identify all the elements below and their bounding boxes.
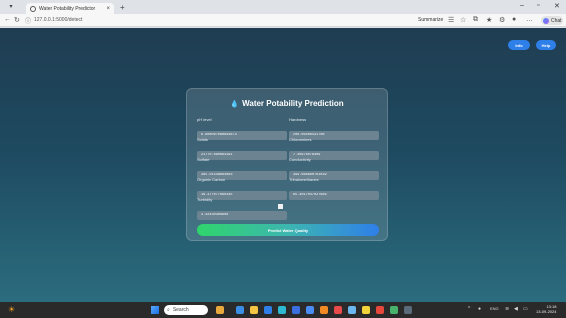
account-icon[interactable]: ● bbox=[512, 16, 516, 23]
widget-icon[interactable] bbox=[216, 306, 224, 314]
read-aloud-icon[interactable]: ☰ bbox=[448, 16, 454, 24]
extensions-icon[interactable]: ⚙ bbox=[499, 16, 505, 24]
field-label: Hardness bbox=[289, 117, 307, 122]
vscode-icon[interactable] bbox=[292, 306, 300, 314]
browser-tab[interactable]: Water Potability Predictor × bbox=[26, 3, 114, 14]
tray-app-icon[interactable]: ● bbox=[478, 306, 481, 312]
tab-close-icon[interactable]: × bbox=[106, 6, 110, 12]
field-label: pH level bbox=[197, 117, 212, 122]
favorites-icon[interactable]: ★ bbox=[486, 16, 492, 24]
info-icon[interactable]: ⓘ bbox=[25, 16, 31, 25]
tray-chevron-icon[interactable]: ^ bbox=[468, 306, 470, 312]
file-explorer-icon[interactable] bbox=[250, 306, 258, 314]
close-window-icon[interactable]: ✕ bbox=[554, 2, 560, 10]
field-label: Conductivity bbox=[289, 157, 311, 162]
field-label: Turbidity bbox=[197, 197, 213, 202]
info-button[interactable]: Info bbox=[508, 40, 530, 50]
maximize-icon[interactable]: ▫ bbox=[537, 2, 539, 9]
search-icon: ⌕ bbox=[167, 307, 170, 313]
minimize-icon[interactable]: – bbox=[520, 2, 524, 9]
field-label: Organic Carbon bbox=[197, 177, 226, 182]
taskbar: ☀ ⌕ Search ^ ● ENG ≋ ◀ ▭ 13:18 13-09-202… bbox=[0, 302, 566, 318]
text-cursor-icon bbox=[278, 204, 283, 209]
collections-icon[interactable]: ⧉ bbox=[473, 16, 478, 24]
turbidity-input[interactable] bbox=[197, 210, 287, 220]
chrome-icon[interactable] bbox=[306, 306, 314, 314]
favorite-icon[interactable]: ☆ bbox=[460, 16, 466, 24]
tab-title: Water Potability Predictor bbox=[39, 5, 96, 12]
app-icon[interactable] bbox=[334, 306, 342, 314]
wifi-icon[interactable]: ≋ bbox=[505, 306, 509, 312]
back-icon[interactable]: ← bbox=[4, 16, 11, 23]
water-drop-icon: 💧 bbox=[230, 101, 240, 108]
field-label: Chloramines bbox=[289, 137, 312, 142]
copilot-icon bbox=[543, 17, 549, 24]
predict-button[interactable]: Predict Water Quality bbox=[197, 224, 379, 236]
page-content: Info Help 💧 Water Potability Prediction p… bbox=[0, 28, 566, 302]
start-icon[interactable] bbox=[151, 306, 159, 314]
app-icon[interactable] bbox=[390, 306, 398, 314]
refresh-icon[interactable]: ↻ bbox=[14, 16, 20, 24]
app-icon[interactable] bbox=[376, 306, 384, 314]
help-button[interactable]: Help bbox=[536, 40, 556, 50]
app-icon[interactable] bbox=[320, 306, 328, 314]
field-label: Solids bbox=[197, 137, 208, 142]
language-indicator[interactable]: ENG bbox=[490, 306, 499, 311]
form-title: 💧 Water Potability Prediction bbox=[230, 99, 344, 108]
app-icon[interactable] bbox=[362, 306, 370, 314]
url-field[interactable]: 127.0.0.1:5000/detect bbox=[34, 17, 82, 23]
new-tab-icon[interactable]: + bbox=[120, 3, 125, 12]
app-icon[interactable] bbox=[348, 306, 356, 314]
chat-app-icon[interactable] bbox=[236, 306, 244, 314]
taskbar-search[interactable]: ⌕ Search bbox=[164, 305, 208, 315]
clock[interactable]: 13:18 13-09-2024 bbox=[536, 304, 556, 314]
copilot-button[interactable]: Chat bbox=[541, 16, 563, 25]
field-label: Trihalomethanes bbox=[289, 177, 319, 182]
clock-date: 13-09-2024 bbox=[536, 309, 557, 314]
trihalomethanes-input[interactable] bbox=[289, 190, 379, 200]
store-icon[interactable] bbox=[278, 306, 286, 314]
more-icon[interactable]: … bbox=[526, 16, 533, 23]
battery-icon[interactable]: ▭ bbox=[523, 306, 528, 312]
volume-icon[interactable]: ◀ bbox=[514, 306, 518, 312]
field-turbidity: Turbidity bbox=[197, 197, 287, 220]
app-icon[interactable] bbox=[404, 306, 412, 314]
favicon-icon bbox=[30, 5, 36, 12]
prediction-form: 💧Water Potability Prediction pH level Ha… bbox=[186, 88, 388, 241]
field-trihalomethanes: Trihalomethanes bbox=[289, 177, 379, 200]
tab-bar: ▾ Water Potability Predictor × + – ▫ ✕ bbox=[0, 0, 566, 14]
weather-icon[interactable]: ☀ bbox=[8, 305, 15, 314]
tab-list-icon[interactable]: ▾ bbox=[6, 3, 16, 11]
summarize-button[interactable]: Summarize bbox=[418, 17, 443, 23]
edge-icon[interactable] bbox=[264, 306, 272, 314]
field-label: Sulfate bbox=[197, 157, 210, 162]
address-bar: ← ↻ ⓘ 127.0.0.1:5000/detect Summarize ☰ … bbox=[0, 14, 566, 27]
